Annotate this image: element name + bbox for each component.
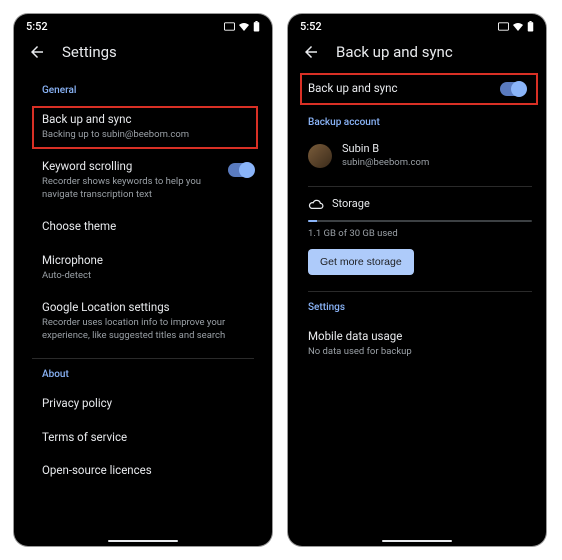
item-choose-theme[interactable]: Choose theme (42, 211, 254, 245)
item-backup-sync[interactable]: Back up and sync Backing up to subin@bee… (42, 104, 254, 151)
battery-icon (253, 21, 260, 32)
section-backup-account: Backup account (308, 117, 532, 128)
wifi-icon (512, 22, 524, 32)
divider (308, 291, 532, 292)
avatar (308, 144, 332, 168)
section-general: General (42, 85, 254, 96)
item-subtitle: Recorder shows keywords to help you navi… (42, 176, 220, 202)
get-more-storage-button[interactable]: Get more storage (308, 249, 414, 275)
page-title: Settings (62, 43, 117, 61)
toggle-label: Back up and sync (308, 81, 397, 97)
account-row[interactable]: Subin B subin@beebom.com (308, 136, 532, 181)
backup-sync-content: Back up and sync Backup account Subin B … (288, 71, 546, 546)
item-subtitle: Recorder uses location info to improve y… (42, 317, 254, 343)
item-title: Choose theme (42, 219, 254, 235)
settings-list: General Back up and sync Backing up to s… (14, 71, 272, 546)
home-indicator[interactable] (108, 540, 178, 543)
header: Back up and sync (288, 35, 546, 71)
item-subtitle: Backing up to subin@beebom.com (42, 129, 254, 142)
storage-header: Storage (308, 191, 532, 214)
back-icon[interactable] (28, 43, 46, 61)
item-title: Keyword scrolling (42, 159, 220, 175)
item-title: Mobile data usage (308, 329, 532, 345)
status-bar: 5:52 (14, 14, 272, 35)
divider (32, 358, 254, 359)
cast-icon (224, 22, 235, 31)
item-keyword-scrolling[interactable]: Keyword scrolling Recorder shows keyword… (42, 151, 254, 211)
section-about: About (42, 369, 254, 380)
status-time: 5:52 (300, 20, 322, 33)
toggle-on[interactable] (500, 82, 526, 96)
storage-progress-fill (308, 220, 317, 222)
status-time: 5:52 (26, 20, 48, 33)
status-icons (224, 21, 260, 32)
item-open-source-licences[interactable]: Open-source licences (42, 455, 254, 489)
cloud-icon (308, 199, 324, 209)
cast-icon (498, 22, 509, 31)
item-title: Terms of service (42, 430, 254, 446)
phone-backup-sync: 5:52 Back up and sync Back up and sync B… (288, 14, 546, 546)
storage-label: Storage (332, 197, 370, 210)
header: Settings (14, 35, 272, 71)
battery-icon (527, 21, 534, 32)
item-terms-of-service[interactable]: Terms of service (42, 422, 254, 456)
toggle-on[interactable] (228, 163, 254, 177)
storage-used-text: 1.1 GB of 30 GB used (308, 228, 532, 239)
item-subtitle: Auto-detect (42, 270, 254, 283)
status-icons (498, 21, 534, 32)
item-title: Microphone (42, 253, 254, 269)
item-mobile-data-usage[interactable]: Mobile data usage No data used for backu… (308, 321, 532, 368)
item-privacy-policy[interactable]: Privacy policy (42, 388, 254, 422)
item-subtitle: No data used for backup (308, 346, 532, 359)
wifi-icon (238, 22, 250, 32)
account-name: Subin B (342, 142, 429, 157)
item-microphone[interactable]: Microphone Auto-detect (42, 245, 254, 292)
back-icon[interactable] (302, 43, 320, 61)
item-title: Back up and sync (42, 112, 254, 128)
item-title: Google Location settings (42, 300, 254, 316)
divider (308, 186, 532, 187)
item-backup-sync-toggle[interactable]: Back up and sync (308, 75, 532, 103)
item-title: Privacy policy (42, 396, 254, 412)
section-settings: Settings (308, 302, 532, 313)
page-title: Back up and sync (336, 43, 453, 61)
item-title: Open-source licences (42, 463, 254, 479)
storage-progress (308, 220, 532, 222)
home-indicator[interactable] (382, 540, 452, 543)
item-location-settings[interactable]: Google Location settings Recorder uses l… (42, 292, 254, 352)
status-bar: 5:52 (288, 14, 546, 35)
account-email: subin@beebom.com (342, 157, 429, 170)
phone-settings: 5:52 Settings General Back up and sync B… (14, 14, 272, 546)
